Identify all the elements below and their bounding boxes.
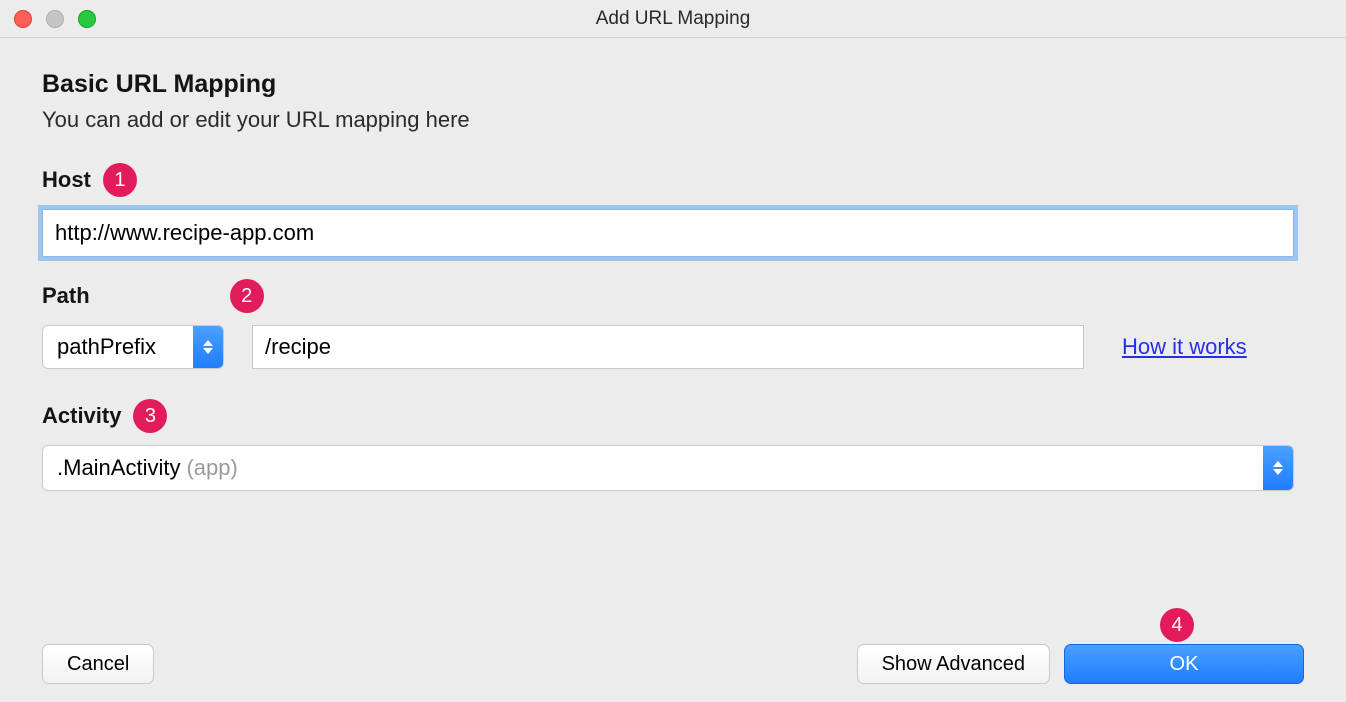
titlebar: Add URL Mapping [0,0,1346,38]
ok-button[interactable]: OK [1064,644,1304,684]
section-heading: Basic URL Mapping [42,70,1304,99]
dialog-content: Basic URL Mapping You can add or edit yo… [0,38,1346,491]
callout-badge-2: 2 [230,279,264,313]
activity-field: Activity 3 .MainActivity (app) [42,399,1304,491]
window-title: Add URL Mapping [0,8,1346,30]
path-type-selected: pathPrefix [43,326,193,368]
dropdown-arrows-icon [193,326,223,368]
callout-badge-1: 1 [103,163,137,197]
activity-selected: .MainActivity (app) [43,446,1263,490]
path-label-text: Path [42,283,90,309]
dropdown-arrows-icon [1263,446,1293,490]
window-controls [0,10,96,28]
path-input[interactable] [252,325,1084,369]
activity-value: .MainActivity [57,455,180,481]
host-label: Host 1 [42,163,1304,197]
activity-select[interactable]: .MainActivity (app) [42,445,1294,491]
close-window-button[interactable] [14,10,32,28]
host-input[interactable] [42,209,1294,257]
activity-label-text: Activity [42,403,121,429]
zoom-window-button[interactable] [78,10,96,28]
show-advanced-button[interactable]: Show Advanced [857,644,1050,684]
section-subheading: You can add or edit your URL mapping her… [42,107,1304,133]
host-label-text: Host [42,167,91,193]
path-field: Path 2 pathPrefix How it works [42,279,1304,369]
cancel-button[interactable]: Cancel [42,644,154,684]
path-label: Path 2 [42,279,1304,313]
how-it-works-link[interactable]: How it works [1122,334,1247,360]
callout-badge-4: 4 [1160,608,1194,642]
button-bar: Cancel Show Advanced 4 OK [42,644,1304,684]
activity-hint: (app) [186,455,237,481]
path-type-select[interactable]: pathPrefix [42,325,224,369]
callout-badge-3: 3 [133,399,167,433]
host-field: Host 1 [42,163,1304,257]
minimize-window-button[interactable] [46,10,64,28]
activity-label: Activity 3 [42,399,1304,433]
